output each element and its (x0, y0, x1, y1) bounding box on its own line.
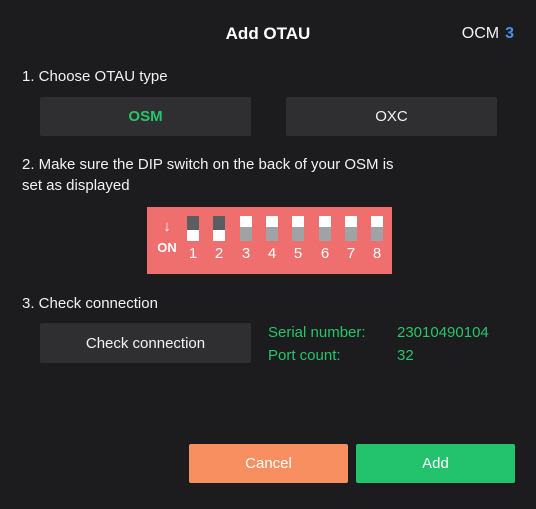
ocm-label: OCM (461, 25, 500, 42)
dip-switch-number-5: 5 (293, 245, 303, 262)
dip-switch-knob (371, 216, 383, 227)
step2-label-line2: set as displayed (22, 177, 130, 194)
dip-switch-number-7: 7 (346, 245, 356, 262)
add-button[interactable]: Add (356, 444, 515, 483)
dip-switch-1 (187, 216, 199, 241)
dip-switch-knob (319, 216, 331, 227)
arrow-down-icon: ↓ (163, 218, 171, 235)
check-connection-button[interactable]: Check connection (40, 323, 251, 363)
dip-switch-knob (213, 230, 225, 241)
dip-switch-number-3: 3 (241, 245, 251, 262)
ocm-indicator: OCM 3 (462, 25, 514, 43)
dip-on-label: ON (157, 240, 177, 255)
dip-switch-number-8: 8 (372, 245, 382, 262)
dip-switch-6 (319, 216, 331, 241)
dip-switch-number-6: 6 (320, 245, 330, 262)
step2-label-line1: 2. Make sure the DIP switch on the back … (22, 156, 394, 173)
otau-type-oxc-button[interactable]: OXC (286, 97, 497, 136)
ocm-number: 3 (505, 25, 514, 42)
serial-number-label: Serial number: (268, 324, 366, 341)
dip-switch-diagram: ↓ ON 12345678 (147, 207, 392, 274)
dialog-title: Add OTAU (225, 24, 311, 43)
otau-type-osm-button[interactable]: OSM (40, 97, 251, 136)
cancel-button[interactable]: Cancel (189, 444, 348, 483)
dip-switch-number-2: 2 (214, 245, 224, 262)
add-otau-dialog: Add OTAU OCM 3 1. Choose OTAU type OSM OX… (0, 0, 536, 509)
dip-switch-knob (187, 230, 199, 241)
dip-switch-knob (266, 216, 278, 227)
dip-switch-knob (292, 216, 304, 227)
dip-switch-knob (345, 216, 357, 227)
dip-switch-5 (292, 216, 304, 241)
step2-label: 2. Make sure the DIP switch on the back … (22, 154, 394, 196)
port-count-label: Port count: (268, 347, 341, 364)
dip-switch-8 (371, 216, 383, 241)
dip-switch-3 (240, 216, 252, 241)
dip-switch-number-1: 1 (188, 245, 198, 262)
dip-switch-2 (213, 216, 225, 241)
dip-switch-4 (266, 216, 278, 241)
step1-label: 1. Choose OTAU type (22, 68, 168, 85)
dip-on-indicator: ↓ ON (152, 219, 182, 255)
serial-number-value: 23010490104 (397, 324, 489, 341)
port-count-value: 32 (397, 347, 414, 364)
dip-switch-7 (345, 216, 357, 241)
step3-label: 3. Check connection (22, 295, 158, 312)
dip-switch-number-4: 4 (267, 245, 277, 262)
dip-switch-knob (240, 216, 252, 227)
